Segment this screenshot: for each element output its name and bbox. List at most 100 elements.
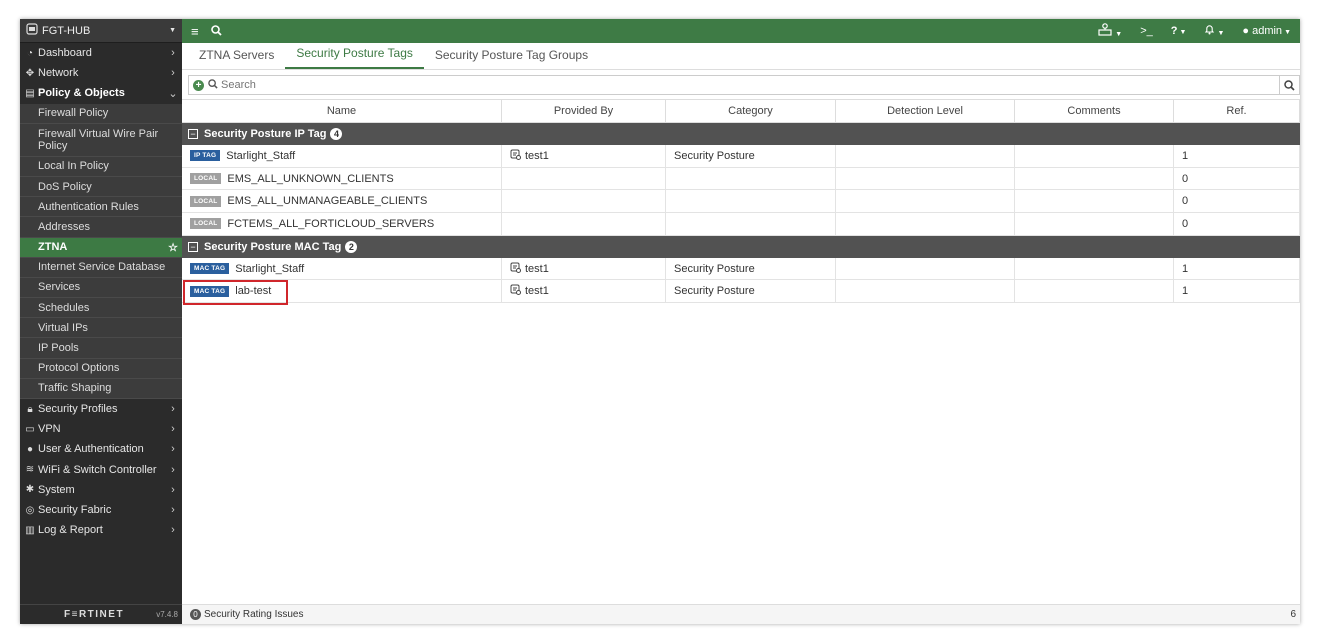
menu-icon[interactable]: ≡	[191, 24, 199, 39]
table-row[interactable]: LOCAL FCTEMS_ALL_FORTICLOUD_SERVERS 0	[182, 213, 1300, 236]
tag-type-badge: IP TAG	[190, 150, 221, 162]
cell-comments	[1015, 167, 1174, 190]
table-row[interactable]: MAC TAG lab-test test1 Security Posture 1	[182, 280, 1300, 304]
issues-count: 0	[190, 609, 201, 620]
sidebar-item-label: System	[38, 483, 75, 496]
group-header[interactable]: − Security Posture IP Tag 4	[182, 123, 1300, 145]
gear-icon: ✱	[25, 484, 35, 496]
table-row[interactable]: LOCAL EMS_ALL_UNKNOWN_CLIENTS 0	[182, 167, 1300, 191]
chevron-down-icon: ⌄	[168, 87, 178, 100]
help-icon[interactable]: ? ▼	[1171, 25, 1187, 37]
sidebar-subitem-label: Internet Service Database	[38, 261, 166, 274]
sidebar-subitem-label: Protocol Options	[38, 362, 120, 375]
cluster-icon[interactable]: ▼	[1097, 23, 1122, 39]
highlight-box	[183, 280, 288, 305]
security-rating-issues-link[interactable]: Security Rating Issues	[204, 609, 304, 620]
sidebar-item-policy-and-objects[interactable]: ▤ Policy & Objects ⌄	[20, 83, 182, 103]
chevron-down-icon: ▼	[169, 27, 176, 34]
cell-detection-level	[836, 257, 1015, 280]
tab-ztna-servers[interactable]: ZTNA Servers	[188, 48, 285, 69]
sidebar-item-system[interactable]: ✱ System ›	[20, 480, 182, 500]
sidebar-subitem-protocol-options[interactable]: Protocol Options	[20, 359, 182, 379]
table-row[interactable]: IP TAG Starlight_Staff test1 Security Postu…	[182, 145, 1300, 168]
column-header-name[interactable]: Name	[182, 100, 502, 122]
sidebar-subitem-label: Local In Policy	[38, 160, 109, 173]
cell-ref-count[interactable]: 0	[1174, 190, 1300, 213]
cli-console-icon[interactable]: >_	[1140, 25, 1153, 37]
tab-bar: ZTNA Servers Security Posture Tags Securit…	[182, 43, 1300, 70]
cell-ref-count[interactable]: 1	[1174, 280, 1300, 303]
sidebar-subitem-firewall-virtual-wire-pair-policy[interactable]: Firewall Virtual Wire Pair Policy	[20, 124, 182, 157]
row-count: 6	[1290, 609, 1296, 620]
tag-type-badge: LOCAL	[190, 218, 222, 230]
cell-category: Security Posture	[666, 280, 836, 303]
column-header-provided-by[interactable]: Provided By	[502, 100, 666, 122]
chevron-right-icon: ›	[171, 463, 175, 476]
tag-name: FCTEMS_ALL_FORTICLOUD_SERVERS	[227, 217, 435, 230]
sidebar-subitem-label: Authentication Rules	[38, 200, 139, 213]
collapse-icon[interactable]: −	[188, 241, 198, 252]
table-header: Name Provided By Category Detection Level Co…	[182, 99, 1300, 123]
sidebar-subitem-local-in-policy[interactable]: Local In Policy	[20, 157, 182, 177]
sidebar-subitem-traffic-shaping[interactable]: Traffic Shaping	[20, 379, 182, 399]
provider-name: test1	[525, 149, 549, 162]
column-header-detection-level[interactable]: Detection Level	[836, 100, 1015, 122]
table-row[interactable]: LOCAL EMS_ALL_UNMANAGEABLE_CLIENTS 0	[182, 190, 1300, 214]
tab-security-posture-tags[interactable]: Security Posture Tags	[285, 46, 424, 69]
sidebar-subitem-services[interactable]: Services	[20, 278, 182, 299]
sidebar-subitem-dos-policy[interactable]: DoS Policy	[20, 177, 182, 198]
sidebar-item-wifi-and-switch-controller[interactable]: ≋ WiFi & Switch Controller ›	[20, 460, 182, 480]
chevron-right-icon: ›	[171, 67, 175, 80]
ems-server-icon	[510, 149, 521, 163]
star-icon[interactable]: ☆	[168, 241, 178, 254]
cell-ref-count[interactable]: 0	[1174, 213, 1300, 235]
cell-name: LOCAL EMS_ALL_UNMANAGEABLE_CLIENTS	[182, 190, 502, 213]
cell-ref-count[interactable]: 1	[1174, 257, 1300, 280]
sidebar-subitem-label: Schedules	[38, 301, 90, 314]
laptop-icon: ▭	[25, 423, 35, 435]
device-icon	[26, 23, 38, 38]
search-button[interactable]	[1279, 76, 1299, 94]
sidebar-subitem-label: Addresses	[38, 220, 90, 233]
sidebar-item-label: WiFi & Switch Controller	[38, 463, 157, 476]
column-header-comments[interactable]: Comments	[1015, 100, 1174, 122]
group-header[interactable]: − Security Posture MAC Tag 2	[182, 235, 1300, 258]
sidebar-item-vpn[interactable]: ▭ VPN ›	[20, 419, 182, 439]
sidebar-subitem-virtual-ips[interactable]: Virtual IPs	[20, 318, 182, 339]
search-input[interactable]	[221, 79, 1221, 91]
cell-ref-count[interactable]: 1	[1174, 145, 1300, 167]
wifi-icon: ≋	[25, 464, 35, 476]
sidebar-subitem-schedules[interactable]: Schedules	[20, 298, 182, 319]
tab-security-posture-tag-groups[interactable]: Security Posture Tag Groups	[424, 48, 599, 69]
collapse-icon[interactable]: −	[188, 129, 198, 139]
admin-menu[interactable]: ● admin ▼	[1242, 25, 1291, 37]
column-header-category[interactable]: Category	[666, 100, 836, 122]
device-switcher[interactable]: FGT-HUB ▼	[20, 19, 182, 43]
sidebar-item-label: Security Profiles	[38, 403, 118, 416]
sidebar-subitem-authentication-rules[interactable]: Authentication Rules	[20, 197, 182, 218]
sidebar: FGT-HUB ▼ ◔ Dashboard › ✥ Network › ▤ Policy & …	[20, 19, 182, 624]
tag-name: Starlight_Staff	[226, 149, 296, 162]
chevron-right-icon: ›	[171, 47, 175, 60]
sidebar-item-dashboard[interactable]: ◔ Dashboard ›	[20, 43, 182, 63]
search-icon[interactable]	[210, 24, 222, 39]
sidebar-subitem-internet-service-database[interactable]: Internet Service Database	[20, 258, 182, 278]
sidebar-item-label: Policy & Objects	[38, 87, 125, 100]
sidebar-item-security-fabric[interactable]: ◎ Security Fabric ›	[20, 500, 182, 520]
cell-category	[666, 190, 836, 213]
sidebar-item-user-and-authentication[interactable]: ● User & Authentication ›	[20, 439, 182, 459]
table-row[interactable]: MAC TAG Starlight_Staff test1 Security Post…	[182, 257, 1300, 281]
cell-comments	[1015, 257, 1174, 280]
sidebar-item-security-profiles[interactable]: 🔒︎ Security Profiles ›	[20, 399, 182, 419]
cell-ref-count[interactable]: 0	[1174, 167, 1300, 190]
bell-icon[interactable]: ▼	[1204, 24, 1224, 38]
sidebar-subitem-ztna[interactable]: ZTNA ☆	[20, 237, 182, 258]
sidebar-subitem-ip-pools[interactable]: IP Pools	[20, 338, 182, 359]
sidebar-subitem-addresses[interactable]: Addresses	[20, 217, 182, 238]
sidebar-item-network[interactable]: ✥ Network ›	[20, 63, 182, 83]
add-icon[interactable]: +	[193, 79, 204, 91]
fortinet-logo: F≡RTINET	[64, 609, 125, 620]
sidebar-subitem-firewall-policy[interactable]: Firewall Policy	[20, 104, 182, 124]
column-header-ref[interactable]: Ref.	[1174, 100, 1300, 122]
sidebar-item-log-and-report[interactable]: ▥ Log & Report ›	[20, 520, 182, 540]
